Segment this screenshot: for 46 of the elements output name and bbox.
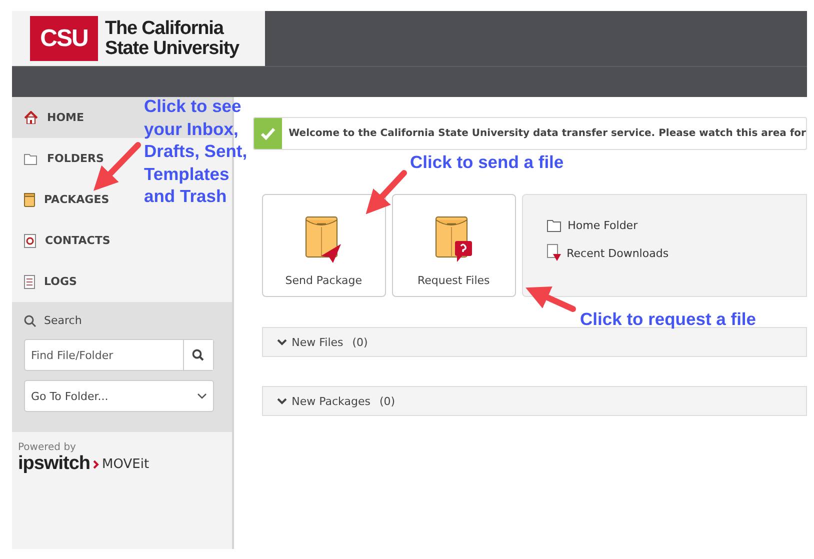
chevron-down-icon bbox=[276, 398, 287, 404]
nav-item[interactable]: FOLDERS bbox=[24, 152, 104, 165]
product-name: MOVEit bbox=[102, 456, 150, 472]
quick-link[interactable]: Home Folder bbox=[546, 219, 782, 232]
chevron-down-icon bbox=[196, 393, 207, 399]
check-icon bbox=[254, 118, 282, 149]
document-icon bbox=[24, 274, 35, 288]
download-icon bbox=[546, 244, 561, 262]
folder-icon bbox=[546, 219, 562, 232]
logo-mark: CSU bbox=[30, 16, 98, 61]
action-tile[interactable]: Send Package bbox=[262, 194, 386, 297]
envelope-with-plane-icon bbox=[304, 216, 343, 264]
search-button[interactable] bbox=[182, 340, 213, 370]
envelope-icon bbox=[24, 192, 35, 206]
search-field[interactable]: Find File/Folder bbox=[24, 339, 214, 371]
nav-item[interactable]: LOGS bbox=[24, 274, 77, 288]
annotation-text: Click to send a file bbox=[410, 151, 564, 174]
folder-dropdown[interactable]: Go To Folder... bbox=[24, 380, 214, 412]
search-icon bbox=[24, 314, 36, 326]
section-header[interactable]: New Packages (0) bbox=[262, 386, 807, 416]
chevron-right-icon bbox=[93, 460, 100, 468]
action-tile[interactable]: Request Files bbox=[392, 194, 516, 297]
folder-icon bbox=[24, 152, 38, 164]
brand-name: ipswitch bbox=[18, 453, 90, 475]
house-icon bbox=[24, 111, 38, 124]
nav-item[interactable]: PACKAGES bbox=[24, 192, 110, 206]
search-heading: Search bbox=[44, 314, 82, 327]
search-input[interactable]: Find File/Folder bbox=[25, 340, 183, 370]
section-count: (0) bbox=[379, 394, 396, 408]
search-icon bbox=[192, 349, 204, 361]
arrow bbox=[526, 286, 576, 312]
section-header[interactable]: New Files (0) bbox=[262, 327, 807, 357]
annotation-text: Click to see your Inbox, Drafts, Sent, Templates and Trash bbox=[144, 95, 248, 208]
powered-by-caption: Powered by bbox=[18, 442, 77, 453]
envelope-with-question-icon bbox=[434, 216, 473, 264]
chevron-down-icon bbox=[276, 338, 287, 346]
section-title: New Packages bbox=[292, 394, 370, 408]
address-book-icon bbox=[24, 234, 36, 248]
quick-link[interactable]: Recent Downloads bbox=[546, 244, 782, 262]
arrow bbox=[366, 170, 407, 214]
welcome-text: Welcome to the California State University data transfer service. Please watch this area for bbox=[288, 128, 806, 139]
nav-item[interactable]: HOME bbox=[24, 111, 84, 124]
section-count: (0) bbox=[352, 336, 368, 348]
section-title: New Files bbox=[292, 336, 344, 348]
logo-text: The California State University bbox=[105, 18, 240, 58]
nav-item[interactable]: CONTACTS bbox=[24, 234, 110, 248]
